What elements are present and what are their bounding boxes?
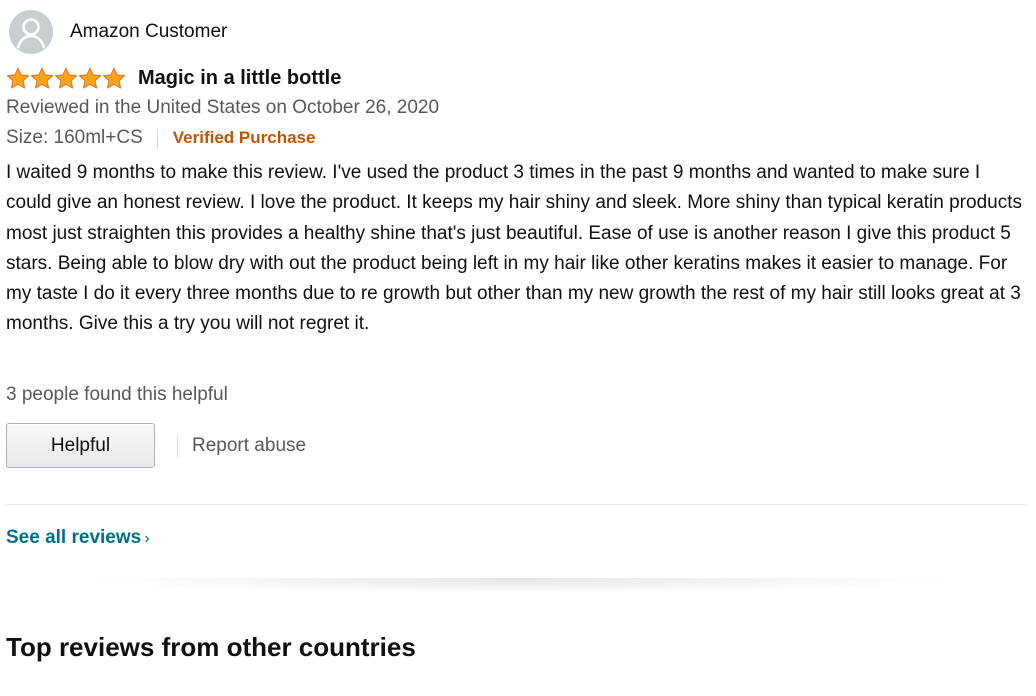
rating-title-row: Magic in a little bottle	[6, 64, 341, 92]
review-title[interactable]: Magic in a little bottle	[138, 67, 341, 90]
reviewer-profile[interactable]: Amazon Customer	[9, 9, 227, 55]
star-icon	[102, 67, 126, 89]
reviewer-name[interactable]: Amazon Customer	[70, 20, 227, 44]
divider	[156, 128, 158, 148]
horizontal-divider	[6, 504, 1026, 505]
star-icon	[30, 67, 54, 89]
section-title: Top reviews from other countries	[6, 632, 416, 662]
see-all-reviews-label: See all reviews	[6, 527, 142, 548]
star-icon	[54, 67, 78, 89]
helpful-count: 3 people found this helpful	[6, 384, 228, 405]
user-silhouette-icon	[9, 10, 53, 54]
chevron-right-icon: ›	[144, 530, 150, 547]
verified-purchase-badge[interactable]: Verified Purchase	[173, 128, 316, 148]
review-body: I waited 9 months to make this review. I…	[6, 162, 1022, 335]
see-all-reviews-link[interactable]: See all reviews ›	[6, 525, 150, 552]
review-date: Reviewed in the United States on October…	[6, 97, 440, 118]
star-rating[interactable]	[6, 66, 126, 90]
star-icon	[78, 67, 102, 89]
report-abuse-link[interactable]: Report abuse	[192, 435, 306, 457]
star-icon	[6, 67, 30, 89]
format-row: Size: 160ml+CS Verified Purchase	[6, 125, 315, 151]
divider	[177, 434, 178, 457]
helpful-button[interactable]: Helpful	[6, 423, 155, 468]
size-variant[interactable]: Size: 160ml+CS	[6, 127, 143, 149]
review-actions: Helpful Report abuse	[6, 423, 306, 468]
section-shadow-divider	[0, 578, 1036, 600]
